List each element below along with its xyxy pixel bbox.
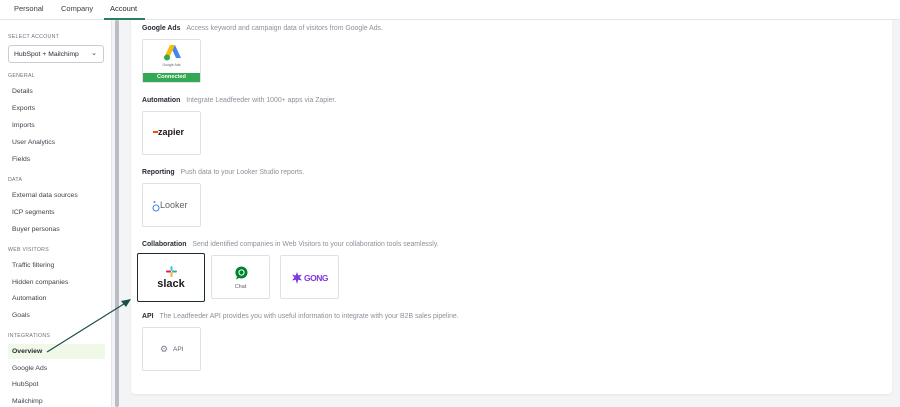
- annotation-arrow: [46, 299, 131, 353]
